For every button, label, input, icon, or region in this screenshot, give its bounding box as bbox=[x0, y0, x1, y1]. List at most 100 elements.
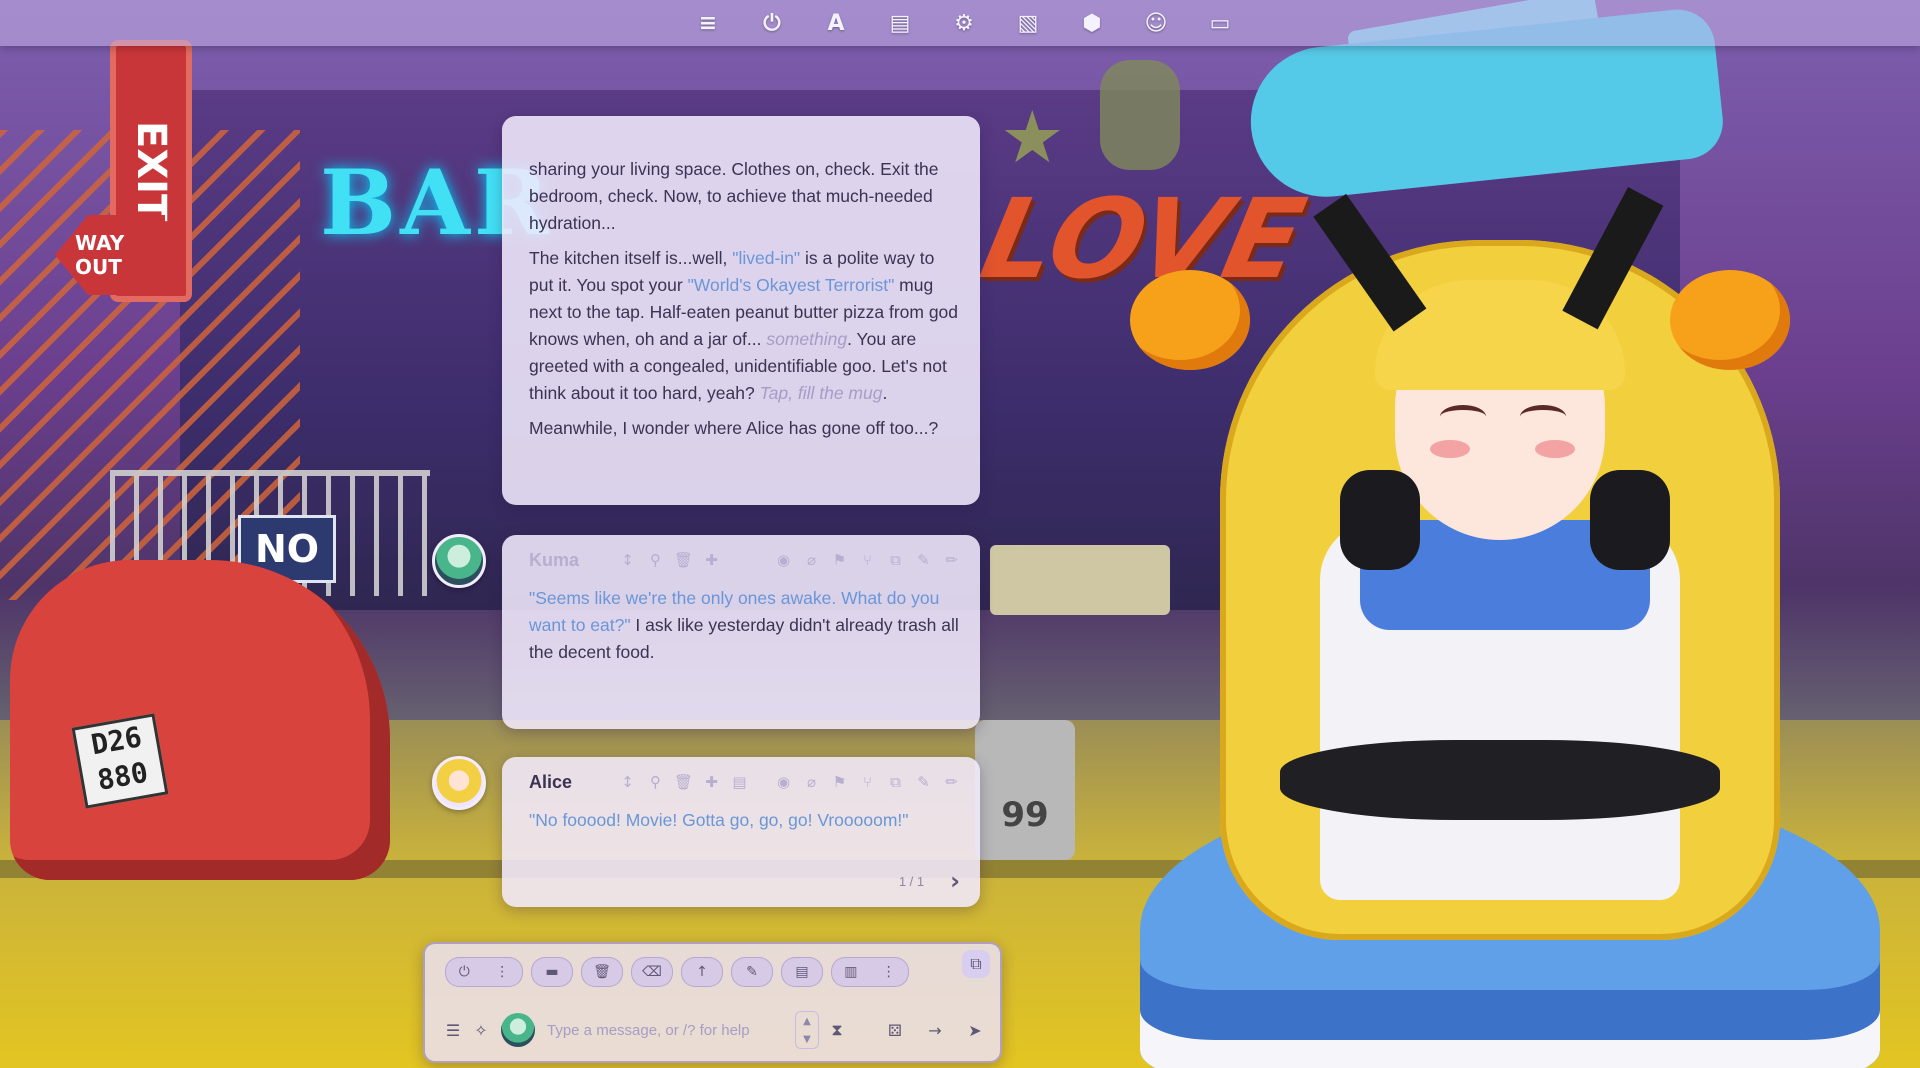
narration-message: sharing your living space. Clothes on, c… bbox=[502, 116, 980, 505]
backspace-button[interactable]: ⌫ bbox=[631, 957, 673, 987]
paperclip-icon[interactable]: ⌀ bbox=[801, 772, 822, 793]
quote-span: "lived-in" bbox=[732, 248, 801, 268]
quick-reply-bar: ⏻ ⋮ ▬ 🗑 ⌫ ↑ ✎ ▤ ▥ ⋮ bbox=[445, 957, 909, 987]
user-gear-icon[interactable]: ⚙ bbox=[946, 6, 982, 40]
red-car bbox=[10, 560, 390, 880]
message-actions-left: ↕ ⚲ 🗑 ✚ bbox=[617, 550, 722, 571]
chevron-down-icon[interactable]: ▼ bbox=[803, 1034, 811, 1045]
message-input[interactable] bbox=[545, 1012, 789, 1048]
puzzle-icon[interactable]: ✚ bbox=[701, 550, 722, 571]
height-stepper[interactable]: ▲ ▼ bbox=[795, 1011, 819, 1049]
plug-icon[interactable]: ⏻ bbox=[459, 964, 470, 980]
avatar-alice[interactable] bbox=[432, 756, 486, 810]
eye-icon[interactable]: ◉ bbox=[773, 772, 794, 793]
anger-puff-right bbox=[1670, 270, 1790, 370]
note-icon[interactable]: ▤ bbox=[729, 772, 750, 793]
pencil-icon[interactable]: ✏ bbox=[941, 772, 962, 793]
face-icon[interactable]: ☺ bbox=[1138, 6, 1174, 40]
copy-icon[interactable]: ⧉ bbox=[885, 772, 906, 793]
font-icon[interactable]: A bbox=[818, 6, 854, 40]
message-actions-left: ↕ ⚲ 🗑 ✚ ▤ bbox=[617, 772, 750, 793]
hamburger-menu-icon[interactable]: ☰ bbox=[439, 1016, 467, 1044]
top-toolbar: ≡ ⏻ A ▤ ⚙ ▧ ⬢ ☺ ▭ bbox=[0, 0, 1920, 46]
flag-icon[interactable]: ⚑ bbox=[829, 772, 850, 793]
message-kuma: Kuma ↕ ⚲ 🗑 ✚ ◉ ⌀ ⚑ ⑂ ⧉ ✎ ✏ "Seems like w… bbox=[502, 535, 980, 729]
character-blush-right bbox=[1535, 440, 1575, 458]
character-sprite bbox=[1130, 140, 1880, 1068]
trash-icon[interactable]: 🗑 bbox=[673, 772, 694, 793]
dice-icon[interactable]: ⚄ bbox=[881, 1016, 909, 1044]
message-paragraph: "Seems like we're the only ones awake. W… bbox=[529, 585, 962, 666]
flag-icon[interactable]: ⚑ bbox=[829, 550, 850, 571]
table-icon[interactable]: ▥ bbox=[844, 964, 857, 980]
sliders-icon[interactable]: ≡ bbox=[690, 6, 726, 40]
message-composer: ⏻ ⋮ ▬ 🗑 ⌫ ↑ ✎ ▤ ▥ ⋮ ⧉ ☰ ✧ ▲ ▼ ⧗ ⚄ → ➤ bbox=[423, 942, 1002, 1063]
chevron-up-icon[interactable]: ▲ bbox=[803, 1016, 811, 1027]
continue-up-button[interactable]: ↑ bbox=[681, 957, 723, 987]
branch-icon[interactable]: ⑂ bbox=[857, 550, 878, 571]
notebook-button[interactable]: ▤ bbox=[781, 957, 823, 987]
puzzle-icon[interactable]: ✚ bbox=[701, 772, 722, 793]
message-text: "Seems like we're the only ones awake. W… bbox=[502, 585, 980, 688]
copy-icon[interactable]: ⧉ bbox=[885, 550, 906, 571]
input-row: ☰ ✧ ▲ ▼ ⧗ ⚄ → ➤ bbox=[439, 1010, 989, 1050]
book-icon[interactable]: ▤ bbox=[882, 6, 918, 40]
star-decoration: ★ bbox=[1000, 95, 1065, 179]
hourglass-icon[interactable]: ⧗ bbox=[823, 1016, 851, 1044]
character-blush-left bbox=[1430, 440, 1470, 458]
avatar-kuma[interactable] bbox=[432, 534, 486, 588]
resize-icon[interactable]: ↕ bbox=[617, 772, 638, 793]
swipe-right-button[interactable]: › bbox=[950, 867, 960, 895]
eye-icon[interactable]: ◉ bbox=[773, 550, 794, 571]
swipe-counter: 1 / 1 bbox=[898, 873, 925, 889]
message-actions-right: ◉ ⌀ ⚑ ⑂ ⧉ ✎ ✏ bbox=[773, 550, 962, 571]
quick-button-group: ▥ ⋮ bbox=[831, 957, 909, 987]
edit-button[interactable]: ✎ bbox=[731, 957, 773, 987]
image-icon[interactable]: ▧ bbox=[1010, 6, 1046, 40]
cubes-icon[interactable]: ⬢ bbox=[1074, 6, 1110, 40]
arrow-right-icon[interactable]: → bbox=[921, 1016, 949, 1044]
quick-button-group: ⏻ ⋮ bbox=[445, 957, 523, 987]
id-card-icon[interactable]: ▭ bbox=[1202, 6, 1238, 40]
branch-icon[interactable]: ⑂ bbox=[857, 772, 878, 793]
send-icon[interactable]: ➤ bbox=[961, 1016, 989, 1044]
send-controls: ⚄ → ➤ bbox=[881, 1016, 989, 1044]
pencil-icon[interactable]: ✏ bbox=[941, 550, 962, 571]
sender-name[interactable]: Kuma bbox=[529, 550, 617, 571]
resize-icon[interactable]: ↕ bbox=[617, 550, 638, 571]
edit-box-icon[interactable]: ✎ bbox=[913, 550, 934, 571]
delete-button[interactable]: 🗑 bbox=[581, 957, 623, 987]
chat-log[interactable]: sharing your living space. Clothes on, c… bbox=[432, 46, 1002, 946]
thought-span: Tap, fill the mug bbox=[759, 383, 883, 403]
message-paragraph: "No fooood! Movie! Gotta go, go, go! Vro… bbox=[529, 807, 962, 834]
edit-box-icon[interactable]: ✎ bbox=[913, 772, 934, 793]
character-eye-right bbox=[1520, 405, 1566, 428]
paperclip-icon[interactable]: ⌀ bbox=[801, 550, 822, 571]
quote-span: "World's Okayest Terrorist" bbox=[687, 275, 895, 295]
quote-span: "No fooood! Movie! Gotta go, go, go! Vro… bbox=[529, 810, 909, 830]
thought-span: something bbox=[766, 329, 848, 349]
stack-icon[interactable]: ⧉ bbox=[962, 950, 990, 978]
magic-wand-icon[interactable]: ⚲ bbox=[645, 772, 666, 793]
persona-avatar[interactable] bbox=[501, 1013, 535, 1047]
sender-name[interactable]: Alice bbox=[529, 772, 617, 793]
narration-paragraph-2: The kitchen itself is...well, "lived-in"… bbox=[529, 245, 962, 407]
anger-puff-left bbox=[1130, 270, 1250, 370]
character-belt bbox=[1280, 740, 1720, 820]
kebab-menu-icon[interactable]: ⋮ bbox=[495, 964, 509, 980]
message-actions-right: ◉ ⌀ ⚑ ⑂ ⧉ ✎ ✏ bbox=[773, 772, 962, 793]
comment-button[interactable]: ▬ bbox=[531, 957, 573, 987]
trash-icon[interactable]: 🗑 bbox=[673, 550, 694, 571]
magic-wand-off-icon[interactable]: ✧ bbox=[467, 1016, 495, 1044]
narration-paragraph-3: Meanwhile, I wonder where Alice has gone… bbox=[529, 418, 939, 438]
plug-icon[interactable]: ⏻ bbox=[754, 6, 790, 40]
message-alice: Alice ↕ ⚲ 🗑 ✚ ▤ ◉ ⌀ ⚑ ⑂ ⧉ ✎ ✏ "No fooood… bbox=[502, 757, 980, 907]
kebab-menu-icon[interactable]: ⋮ bbox=[882, 964, 896, 980]
character-eye-left bbox=[1440, 405, 1486, 428]
character-glove-left bbox=[1340, 470, 1420, 570]
license-plate: D26 880 bbox=[71, 713, 169, 809]
narration-text: sharing your living space. Clothes on, c… bbox=[502, 116, 980, 464]
magic-wand-icon[interactable]: ⚲ bbox=[645, 550, 666, 571]
message-header: Kuma ↕ ⚲ 🗑 ✚ ◉ ⌀ ⚑ ⑂ ⧉ ✎ ✏ bbox=[502, 535, 980, 585]
message-header: Alice ↕ ⚲ 🗑 ✚ ▤ ◉ ⌀ ⚑ ⑂ ⧉ ✎ ✏ bbox=[502, 757, 980, 807]
